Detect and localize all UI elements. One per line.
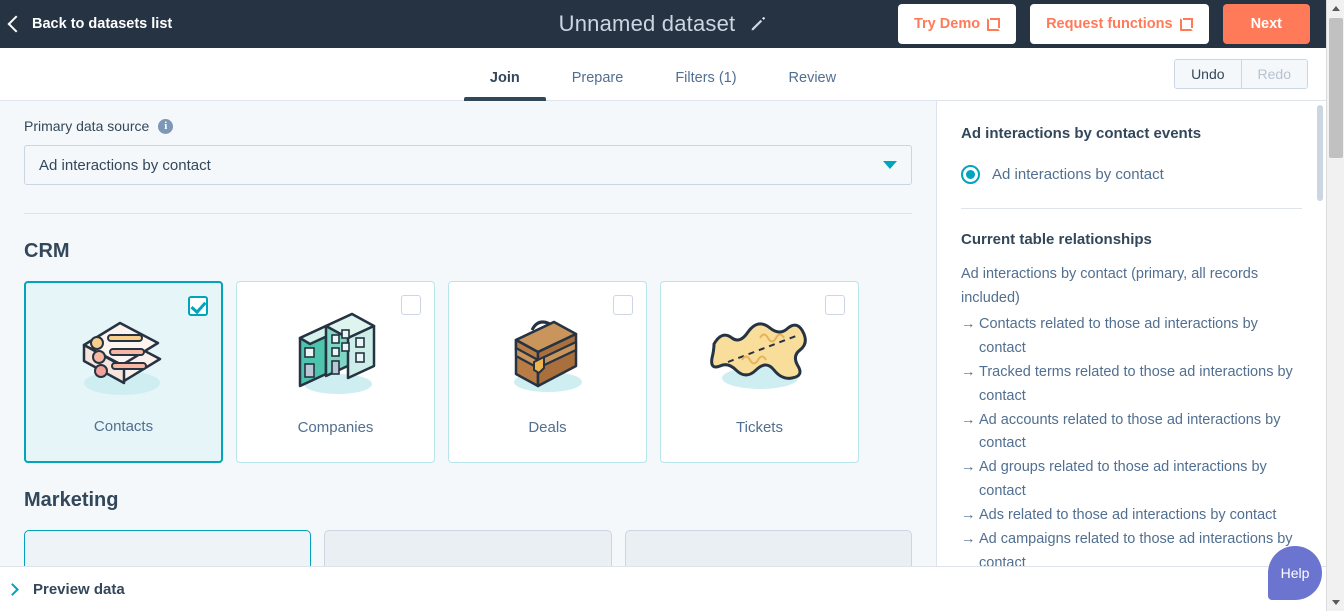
group-title-crm: CRM <box>24 240 912 263</box>
undo-button[interactable]: Undo <box>1175 60 1240 88</box>
radio-label: Ad interactions by contact <box>992 166 1164 183</box>
marketing-card-row <box>24 530 912 566</box>
info-icon[interactable]: i <box>158 119 173 134</box>
relationship-item-label: Ads related to those ad interactions by … <box>979 507 1276 523</box>
next-button[interactable]: Next <box>1223 4 1310 44</box>
arrow-right-icon: → <box>961 313 976 337</box>
bottom-bar: Preview data <box>0 566 1326 611</box>
tab-filters-label: Filters (1) <box>675 70 736 86</box>
object-card-tickets[interactable]: Tickets <box>660 281 859 463</box>
help-button[interactable]: Help <box>1268 546 1322 600</box>
external-link-icon <box>987 18 1000 31</box>
redo-button: Redo <box>1242 60 1307 88</box>
deals-briefcase-icon <box>498 308 598 400</box>
arrow-right-icon: → <box>961 361 976 385</box>
top-bar: Back to datasets list Unnamed dataset Tr… <box>0 0 1326 48</box>
try-demo-button[interactable]: Try Demo <box>898 4 1016 44</box>
try-demo-label: Try Demo <box>914 16 980 32</box>
relationship-item: → Ads related to those ad interactions b… <box>961 504 1300 528</box>
tab-filters[interactable]: Filters (1) <box>649 70 762 100</box>
tab-list: Join Prepare Filters (1) Review <box>464 70 862 100</box>
object-card-deals[interactable]: Deals <box>448 281 647 463</box>
preview-data-toggle[interactable]: Preview data <box>2 581 125 598</box>
scroll-down-arrow-icon[interactable] <box>1327 594 1344 611</box>
card-label-companies: Companies <box>298 419 374 436</box>
deals-checkbox[interactable] <box>613 295 633 315</box>
relationship-item: → Ad accounts related to those ad intera… <box>961 409 1300 457</box>
tab-join[interactable]: Join <box>464 70 546 100</box>
relationship-item: → Contacts related to those ad interacti… <box>961 313 1300 361</box>
group-title-marketing: Marketing <box>24 489 912 512</box>
scrollbar-thumb[interactable] <box>1329 18 1343 158</box>
primary-relationship-text: Ad interactions by contact (primary, all… <box>961 263 1326 311</box>
arrow-right-icon: → <box>961 528 976 552</box>
top-actions: Try Demo Request functions Next <box>898 4 1310 44</box>
tickets-scroll-icon <box>704 308 816 400</box>
relationship-list: → Contacts related to those ad interacti… <box>961 313 1326 566</box>
contacts-list-icon <box>70 309 178 401</box>
event-radio-row[interactable]: Ad interactions by contact <box>961 165 1326 184</box>
object-card-companies[interactable]: Companies <box>236 281 435 463</box>
primary-data-source-value: Ad interactions by contact <box>39 157 211 174</box>
arrow-right-icon: → <box>961 456 976 480</box>
back-to-datasets-list-link[interactable]: Back to datasets list <box>10 16 172 32</box>
relationship-item-label: Tracked terms related to those ad intera… <box>979 364 1293 404</box>
request-functions-label: Request functions <box>1046 16 1172 32</box>
page-scrollbar[interactable] <box>1326 0 1344 611</box>
arrow-right-icon: → <box>961 409 976 433</box>
card-label-tickets: Tickets <box>736 419 783 436</box>
arrow-right-icon: → <box>961 504 976 528</box>
tab-prepare-label: Prepare <box>572 70 624 86</box>
relationship-item: → Ad groups related to those ad interact… <box>961 456 1300 504</box>
preview-data-label: Preview data <box>33 581 125 598</box>
relationship-item-label: Ad groups related to those ad interactio… <box>979 459 1267 499</box>
primary-data-source-label: Primary data source <box>24 118 149 134</box>
back-link-label: Back to datasets list <box>32 16 172 32</box>
right-pane-divider <box>961 208 1302 209</box>
events-section-title: Ad interactions by contact events <box>961 125 1326 142</box>
chevron-down-icon <box>883 161 897 169</box>
contacts-checkbox[interactable] <box>188 296 208 316</box>
tickets-checkbox[interactable] <box>825 295 845 315</box>
undo-redo-group: Undo Redo <box>1174 59 1308 89</box>
pencil-icon[interactable] <box>749 15 767 33</box>
marketing-card-1[interactable] <box>24 530 311 566</box>
scroll-up-arrow-icon[interactable] <box>1327 0 1344 17</box>
app-root: Back to datasets list Unnamed dataset Tr… <box>0 0 1344 611</box>
radio-dot-icon <box>966 170 975 179</box>
marketing-card-2[interactable] <box>324 530 611 566</box>
right-pane-scrollbar[interactable] <box>1317 105 1323 201</box>
relationship-item: → Tracked terms related to those ad inte… <box>961 361 1300 409</box>
tab-join-label: Join <box>490 70 520 86</box>
primary-data-source-label-row: Primary data source i <box>24 118 912 134</box>
relationship-item-label: Ad accounts related to those ad interact… <box>979 412 1280 452</box>
relationship-item-label: Contacts related to those ad interaction… <box>979 316 1258 356</box>
object-card-contacts[interactable]: Contacts <box>24 281 223 463</box>
tab-review[interactable]: Review <box>763 70 863 100</box>
relationships-pane: Ad interactions by contact events Ad int… <box>936 101 1326 566</box>
section-divider <box>24 213 912 214</box>
radio-ad-interactions-by-contact[interactable] <box>961 165 980 184</box>
marketing-card-3[interactable] <box>625 530 912 566</box>
card-label-contacts: Contacts <box>94 418 153 435</box>
tab-bar: Join Prepare Filters (1) Review Undo Red… <box>0 48 1326 101</box>
primary-data-source-select[interactable]: Ad interactions by contact <box>24 145 912 185</box>
crm-card-row: Contacts <box>24 281 912 463</box>
companies-building-icon <box>286 308 386 400</box>
chevron-left-icon <box>8 16 25 33</box>
main-content: Primary data source i Ad interactions by… <box>0 101 1326 566</box>
next-label: Next <box>1251 16 1282 32</box>
join-config-pane: Primary data source i Ad interactions by… <box>0 101 936 566</box>
companies-checkbox[interactable] <box>401 295 421 315</box>
relationships-section-title: Current table relationships <box>961 231 1326 248</box>
relationship-item-label: Ad campaigns related to those ad interac… <box>979 531 1293 566</box>
chevron-right-icon <box>6 583 19 596</box>
relationship-item: → Ad campaigns related to those ad inter… <box>961 528 1300 566</box>
tab-review-label: Review <box>789 70 837 86</box>
tab-prepare[interactable]: Prepare <box>546 70 650 100</box>
card-label-deals: Deals <box>528 419 566 436</box>
external-link-icon <box>1180 18 1193 31</box>
page-title: Unnamed dataset <box>559 11 736 37</box>
request-functions-button[interactable]: Request functions <box>1030 4 1208 44</box>
